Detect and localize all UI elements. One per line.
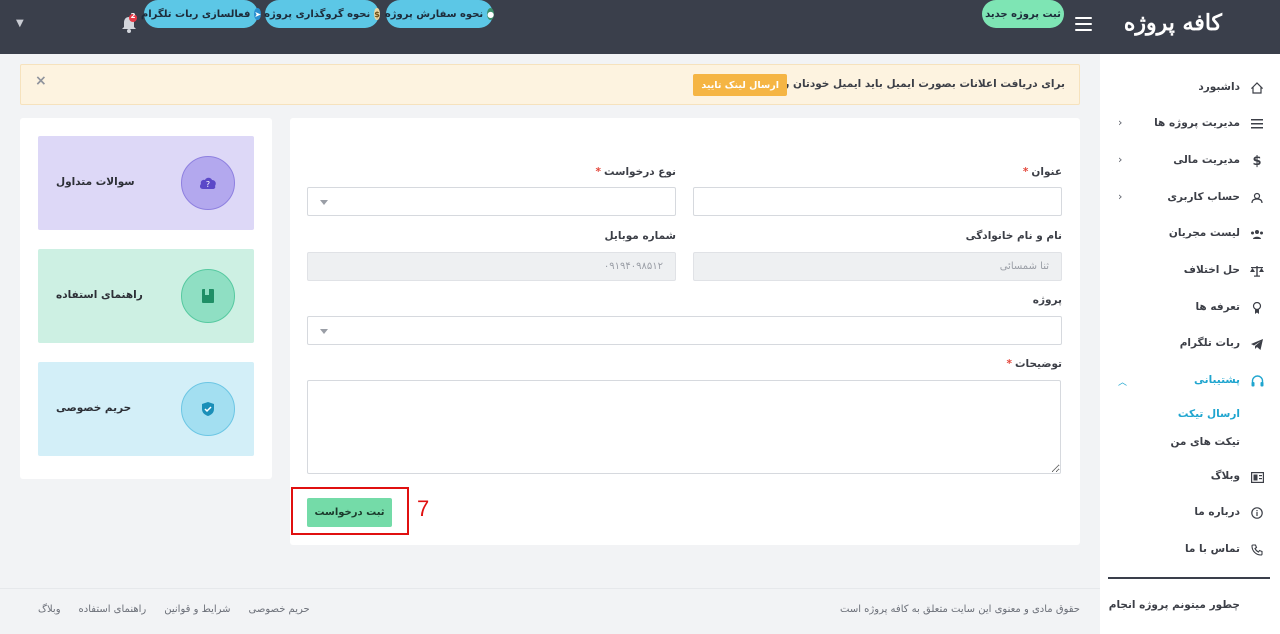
ticket-form-card: عنوان* نوع درخواست* نام و نام خانوادگی ث…: [290, 118, 1080, 545]
new-project-label: ثبت پروژه جدید: [985, 8, 1061, 20]
mobile-field: ۰۹۱۹۴۰۹۸۵۱۲: [307, 252, 676, 281]
phone-icon: [1250, 543, 1264, 557]
privacy-card[interactable]: حریم خصوصی: [38, 362, 254, 456]
sidebar-item-dispute[interactable]: حل اختلاف: [1100, 257, 1280, 285]
full-name-label: نام و نام خانوادگی: [965, 230, 1062, 242]
footer-link-blog[interactable]: وبلاگ: [38, 604, 61, 615]
project-label: پروژه: [1032, 294, 1062, 306]
sidebar-item-about[interactable]: درباره ما: [1100, 499, 1280, 527]
money-bag-icon: $: [374, 8, 380, 20]
chevron-left-icon: ‹: [1118, 190, 1123, 203]
faq-title: سوالات متداول: [56, 176, 135, 188]
headset-icon: [1250, 374, 1264, 388]
privacy-title: حریم خصوصی: [56, 402, 132, 414]
scale-icon: [1250, 264, 1264, 278]
tag-icon: [1250, 301, 1264, 315]
home-icon: [1250, 81, 1264, 95]
sidebar-item-blog[interactable]: وبلاگ: [1100, 463, 1280, 491]
copyright-text: حقوق مادی و معنوی این سایت متعلق به کافه…: [840, 604, 1080, 615]
description-textarea[interactable]: [307, 380, 1061, 474]
annotation-highlight-box: [291, 487, 409, 535]
sidebar-item-financial[interactable]: $ مدیریت مالی ‹: [1100, 147, 1280, 175]
chevron-down-icon[interactable]: ▼: [16, 18, 24, 29]
footer-link-terms[interactable]: شرایط و قوانین: [164, 604, 230, 615]
full-name-value: ثنا شمسائی: [999, 261, 1049, 272]
cloud-question-icon: ?: [181, 156, 235, 210]
user-icon: [1250, 191, 1264, 205]
top-navbar: کافه پروژه ثبت پروژه جدید ● نحوه سفارش پ…: [0, 0, 1280, 54]
close-icon[interactable]: ×: [35, 73, 47, 89]
footer-link-guide[interactable]: راهنمای استفاده: [79, 604, 147, 615]
caret-down-icon: [320, 200, 328, 205]
sidebar-item-tariffs[interactable]: تعرفه ها: [1100, 294, 1280, 322]
request-type-select[interactable]: [307, 187, 676, 216]
notification-bell-icon[interactable]: 2: [120, 12, 138, 34]
telegram-icon: [1250, 337, 1264, 351]
how-to-post-button[interactable]: $ نحوه گروگذاری پروژه: [264, 0, 380, 28]
telegram-bot-label: فعالسازی ربات تلگرام: [140, 8, 251, 20]
sidebar-item-support[interactable]: پشتیبانی ︿: [1100, 367, 1280, 395]
new-project-button[interactable]: ثبت پروژه جدید: [982, 0, 1064, 28]
sidebar-item-account[interactable]: حساب کاربری ‹: [1100, 184, 1280, 212]
footer-link-privacy[interactable]: حریم خصوصی: [249, 604, 310, 615]
chevron-left-icon: ‹: [1118, 116, 1123, 129]
telegram-bot-button[interactable]: ➤ فعالسازی ربات تلگرام: [140, 0, 262, 28]
faq-card[interactable]: سوالات متداول ?: [38, 136, 254, 230]
send-verification-link-button[interactable]: ارسال لینک تایید: [693, 74, 787, 96]
sidebar-item-dashboard[interactable]: داشبورد: [1100, 74, 1280, 102]
chevron-left-icon: ‹: [1118, 153, 1123, 166]
sidebar-subitem-my-tickets[interactable]: تیکت های من: [1170, 436, 1240, 448]
how-to-post-label: نحوه گروگذاری پروژه: [264, 8, 371, 20]
sidebar-item-freelancers[interactable]: لیست مجریان: [1100, 220, 1280, 248]
sidebar-subitem-send-ticket[interactable]: ارسال تیکت: [1178, 408, 1240, 420]
request-type-label: نوع درخواست*: [595, 166, 676, 178]
sidebar-item-project-management[interactable]: مدیریت پروژه ها ‹: [1100, 110, 1280, 138]
title-input[interactable]: [693, 187, 1062, 216]
shield-icon: [181, 382, 235, 436]
svg-text:?: ?: [206, 180, 210, 189]
sidebar-footer-text[interactable]: چطور میتونم پروژه انجام: [1109, 599, 1240, 611]
sidebar-item-telegram-bot[interactable]: ربات تلگرام: [1100, 330, 1280, 358]
dollar-icon: $: [1252, 153, 1262, 169]
annotation-step-number: 7: [417, 496, 430, 521]
list-icon: [1250, 117, 1264, 131]
mobile-value: ۰۹۱۹۴۰۹۸۵۱۲: [603, 261, 663, 272]
email-verification-alert: برای دریافت اعلانات بصورت ایمیل باید ایم…: [20, 64, 1080, 105]
project-select[interactable]: [307, 316, 1062, 345]
mobile-label: شماره موبایل: [604, 230, 677, 242]
chevron-up-icon: ︿: [1118, 378, 1128, 388]
site-logo[interactable]: کافه پروژه: [1124, 10, 1222, 36]
how-to-order-label: نحوه سفارش پروژه: [384, 8, 484, 20]
order-icon: ●: [487, 8, 495, 20]
help-widgets-panel: سوالات متداول ? راهنمای استفاده حریم خصو…: [20, 118, 272, 479]
blog-icon: [1250, 470, 1264, 484]
description-label: توضیحات*: [1006, 358, 1062, 370]
sidebar-divider: [1108, 577, 1270, 579]
footer-links: وبلاگ راهنمای استفاده شرایط و قوانین حری…: [38, 604, 310, 615]
sidebar-item-contact[interactable]: تماس با ما: [1100, 536, 1280, 564]
menu-toggle-icon[interactable]: [1075, 17, 1092, 31]
telegram-icon: ➤: [254, 8, 262, 20]
notification-count: 2: [130, 12, 136, 20]
caret-down-icon: [320, 329, 328, 334]
page-footer: حقوق مادی و معنوی این سایت متعلق به کافه…: [0, 588, 1100, 634]
user-guide-title: راهنمای استفاده: [56, 289, 143, 301]
how-to-order-button[interactable]: ● نحوه سفارش پروژه: [384, 0, 495, 28]
full-name-field: ثنا شمسائی: [693, 252, 1062, 281]
book-icon: [181, 269, 235, 323]
user-guide-card[interactable]: راهنمای استفاده: [38, 249, 254, 343]
info-icon: [1250, 506, 1264, 520]
title-label: عنوان*: [1022, 166, 1062, 178]
sidebar: داشبورد مدیریت پروژه ها ‹ $ مدیریت مالی …: [1100, 54, 1280, 634]
team-icon: [1250, 227, 1264, 241]
